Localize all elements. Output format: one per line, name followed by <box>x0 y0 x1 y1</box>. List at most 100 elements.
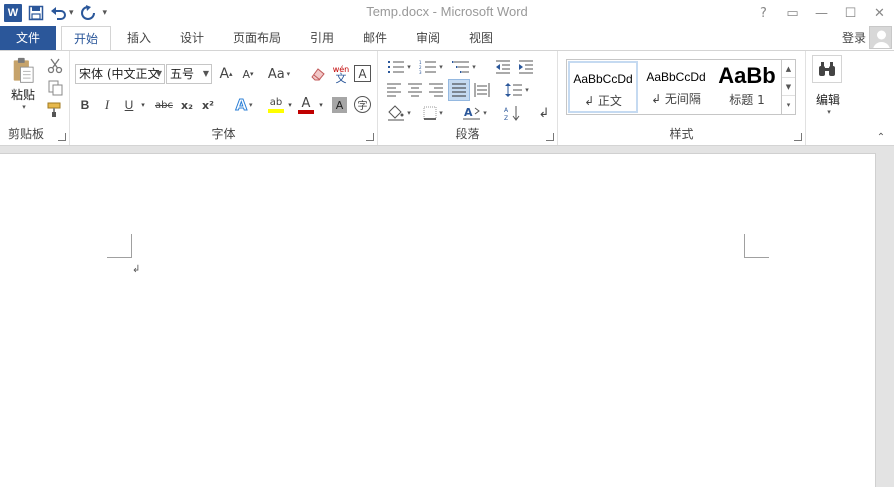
scissors-icon <box>47 58 63 74</box>
eraser-icon <box>311 68 325 81</box>
asian-layout-button[interactable]: A ▾ <box>460 103 490 123</box>
line-spacing-button[interactable]: ▾ <box>502 80 532 100</box>
styles-gallery-scrollbar: ▲ ▼ ▾ <box>782 59 796 115</box>
style-item-no-spacing[interactable]: AaBbCcDd ↲ 无间隔 <box>641 61 711 113</box>
superscript-button[interactable]: x² <box>199 95 217 115</box>
tab-review[interactable]: 审阅 <box>404 26 452 50</box>
paragraph-group: ▾ 1 2 3 ▾ ▾ ▾ ▾ ▾ A ▾ A Z ↲ 段落 <box>378 51 558 145</box>
character-shading-button[interactable]: A <box>332 97 347 113</box>
paragraph-group-label: 段落 <box>455 127 480 141</box>
align-left-button[interactable] <box>384 80 404 100</box>
text-effects-button[interactable]: A ▾ <box>230 95 258 115</box>
highlight-dropdown-arrow[interactable]: ▾ <box>285 95 295 115</box>
strikethrough-button[interactable]: abc <box>152 95 176 115</box>
bold-button[interactable]: B <box>77 95 93 115</box>
help-button[interactable]: ? <box>749 0 778 26</box>
bullets-button[interactable]: ▾ <box>385 57 413 77</box>
underline-dropdown-arrow[interactable]: ▾ <box>138 95 148 115</box>
tab-design[interactable]: 设计 <box>168 26 216 50</box>
tab-page-layout[interactable]: 页面布局 <box>222 26 292 50</box>
align-center-button[interactable] <box>405 80 425 100</box>
multilevel-list-button[interactable]: ▾ <box>450 57 478 77</box>
shrink-font-button[interactable]: A ▾ <box>238 64 258 84</box>
gallery-scroll-up-icon[interactable]: ▲ <box>782 60 795 78</box>
distributed-button[interactable] <box>472 80 492 100</box>
paste-button[interactable]: 粘贴 ▾ <box>6 57 40 111</box>
highlight-icon: ab <box>269 97 283 108</box>
editing-label: 编辑 <box>815 92 840 107</box>
font-dialog-launcher-icon[interactable] <box>366 133 374 141</box>
tab-home[interactable]: 开始 <box>61 26 111 51</box>
sign-in-link[interactable]: 登录 <box>842 26 866 50</box>
show-formatting-marks-button[interactable]: ↲ <box>534 103 554 123</box>
change-case-button[interactable]: Aa ▾ <box>263 64 295 84</box>
decrease-indent-button[interactable] <box>493 57 513 77</box>
justify-button[interactable] <box>448 79 470 101</box>
tab-mailings[interactable]: 邮件 <box>351 26 399 50</box>
borders-button[interactable]: ▾ <box>418 103 448 123</box>
borders-dropdown-arrow: ▾ <box>439 109 443 117</box>
styles-dialog-launcher-icon[interactable] <box>794 133 802 141</box>
format-painter-icon <box>47 102 61 117</box>
minimize-button[interactable]: — <box>807 0 836 26</box>
copy-button[interactable] <box>45 79 65 97</box>
increase-indent-button[interactable] <box>516 57 536 77</box>
grow-font-button[interactable]: A ▴ <box>216 64 236 84</box>
phonetic-guide-button[interactable]: wén 文 <box>331 63 351 85</box>
tab-insert[interactable]: 插入 <box>115 26 163 50</box>
svg-text:3: 3 <box>419 70 422 74</box>
change-case-arrow: ▾ <box>286 70 291 78</box>
shading-button[interactable]: ▾ <box>384 103 414 123</box>
svg-text:A: A <box>504 107 509 114</box>
font-name-arrow-icon: ▼ <box>155 69 162 78</box>
font-size-combo[interactable]: 五号 ▼ <box>166 64 212 84</box>
sort-button[interactable]: AZ <box>502 103 522 123</box>
close-button[interactable]: ✕ <box>865 0 894 26</box>
font-color-bar <box>298 109 314 114</box>
find-icon-button[interactable] <box>812 55 842 83</box>
svg-text:Z: Z <box>504 115 508 121</box>
paragraph-mark: ↲ <box>132 264 141 275</box>
shrink-font-caret: ▾ <box>250 70 254 78</box>
copy-icon <box>48 80 63 96</box>
style-name: ↲ 无间隔 <box>651 92 701 106</box>
clear-formatting-button[interactable] <box>308 64 328 84</box>
tab-view[interactable]: 视图 <box>457 26 505 50</box>
format-painter-button[interactable] <box>45 101 65 119</box>
enclose-characters-button[interactable]: 字 <box>354 96 371 113</box>
subscript-button[interactable]: x₂ <box>178 95 196 115</box>
ribbon-display-options-button[interactable]: ▭ <box>778 0 807 26</box>
tab-file[interactable]: 文件 <box>0 26 56 50</box>
font-color-button[interactable]: A <box>296 95 316 115</box>
underline-button[interactable]: U <box>121 95 137 115</box>
collapse-ribbon-icon[interactable]: ⌃ <box>874 131 888 143</box>
style-item-normal[interactable]: AaBbCcDd ↲ 正文 <box>568 61 638 113</box>
align-center-icon <box>408 83 422 97</box>
style-name: 标题 1 <box>729 93 765 107</box>
style-item-heading-1[interactable]: AaBb 标题 1 <box>713 61 781 113</box>
avatar[interactable] <box>869 26 892 49</box>
character-border-button[interactable]: A <box>354 65 371 82</box>
italic-button[interactable]: I <box>99 95 115 115</box>
align-right-button[interactable] <box>426 80 446 100</box>
document-page[interactable]: ↲ <box>0 153 876 487</box>
editing-button[interactable]: 编辑 ▾ <box>810 89 846 117</box>
maximize-button[interactable]: ☐ <box>836 0 865 26</box>
clipboard-dialog-launcher-icon[interactable] <box>58 133 66 141</box>
cut-button[interactable] <box>45 57 65 75</box>
numbering-button[interactable]: 1 2 3 ▾ <box>417 57 445 77</box>
styles-gallery: AaBbCcDd ↲ 正文 AaBbCcDd ↲ 无间隔 AaBb 标题 1 <box>566 59 782 115</box>
paragraph-dialog-launcher-icon[interactable] <box>546 133 554 141</box>
line-spacing-dropdown-arrow: ▾ <box>525 86 529 94</box>
crop-mark-top-right <box>744 234 769 258</box>
font-name-combo[interactable]: 宋体 (中文正文 ▼ <box>75 64 165 84</box>
borders-icon <box>423 106 437 120</box>
text-effects-arrow: ▾ <box>249 101 253 109</box>
tab-references[interactable]: 引用 <box>298 26 346 50</box>
bullets-dropdown-arrow: ▾ <box>407 63 411 71</box>
gallery-more-icon[interactable]: ▾ <box>782 96 795 114</box>
decrease-indent-icon <box>496 60 510 74</box>
font-color-dropdown-arrow[interactable]: ▾ <box>316 95 326 115</box>
gallery-scroll-down-icon[interactable]: ▼ <box>782 78 795 96</box>
clipboard-group: 粘贴 ▾ 剪贴板 <box>0 51 70 145</box>
